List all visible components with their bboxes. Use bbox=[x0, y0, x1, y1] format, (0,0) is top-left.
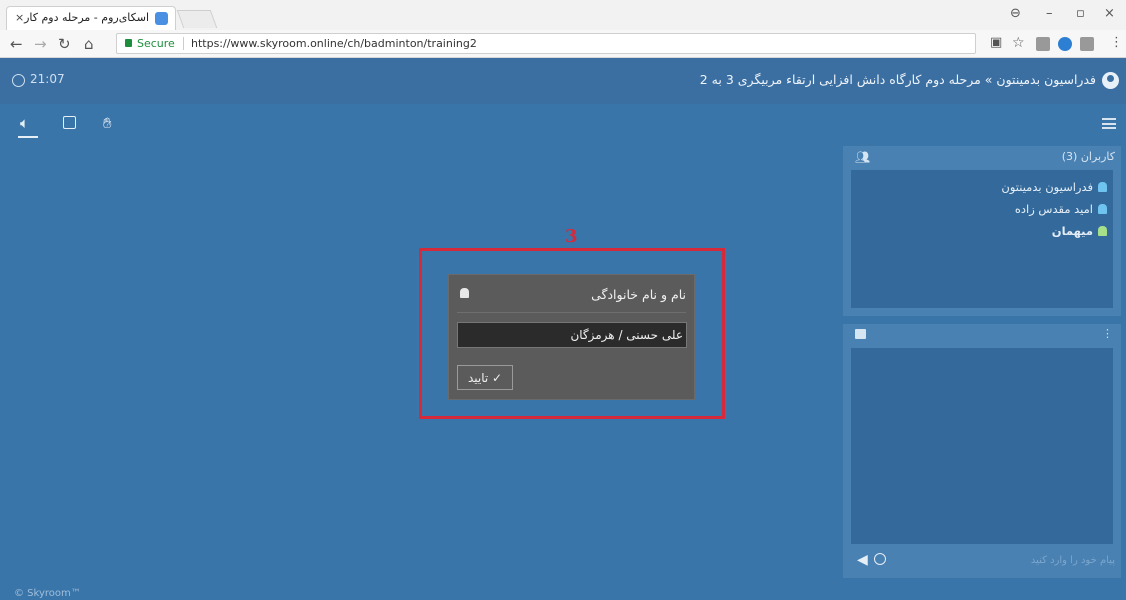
hamburger-menu-icon[interactable] bbox=[1102, 118, 1116, 129]
bookmark-star-icon[interactable]: ☆ bbox=[1012, 35, 1025, 51]
tab-close-icon[interactable]: × bbox=[15, 11, 24, 24]
new-tab-button[interactable] bbox=[176, 10, 218, 28]
secure-label: Secure bbox=[137, 37, 175, 50]
back-arrow-icon[interactable]: ← bbox=[10, 35, 23, 53]
users-panel: 👥︎ کاربران (3) فدراسیون بدمینتون امید مق… bbox=[843, 146, 1121, 316]
tab-title: اسکای‌روم - مرحله دوم کار bbox=[24, 11, 149, 24]
user-icon bbox=[460, 288, 469, 298]
name-dialog: نام و نام خانوادگی ✓ تایید bbox=[448, 274, 695, 400]
app-header: 21:07 فدراسیون بدمینتون » مرحله دوم کارگ… bbox=[0, 58, 1126, 104]
browser-toolbar: ← → ↻ ⌂ Secure https://www.skyroom.onlin… bbox=[0, 30, 1126, 58]
address-bar[interactable]: Secure https://www.skyroom.online/ch/bad… bbox=[116, 33, 976, 54]
clock-icon bbox=[12, 74, 25, 87]
url-text[interactable]: https://www.skyroom.online/ch/badminton/… bbox=[191, 37, 477, 50]
home-icon[interactable]: ⌂ bbox=[84, 35, 94, 53]
users-group-icon: 👥︎ bbox=[855, 150, 871, 164]
divider bbox=[183, 37, 184, 50]
dialog-title: نام و نام خانوادگی bbox=[591, 287, 686, 302]
dialog-divider bbox=[457, 312, 686, 313]
maximize-button[interactable]: ▫ bbox=[1076, 6, 1085, 21]
full-name-input[interactable] bbox=[457, 322, 687, 348]
person-icon bbox=[1098, 226, 1107, 236]
browser-tabbar: × اسکای‌روم - مرحله دوم کار ⊖ – ▫ × bbox=[0, 0, 1126, 30]
user-list-item[interactable]: امید مقدس زاده bbox=[1015, 202, 1107, 216]
close-window-button[interactable]: × bbox=[1104, 6, 1115, 21]
users-panel-header: 👥︎ کاربران (3) bbox=[843, 146, 1121, 168]
user-list-item[interactable]: میهمان bbox=[1052, 224, 1107, 238]
room-title: فدراسیون بدمینتون » مرحله دوم کارگاه دان… bbox=[699, 72, 1096, 87]
emoji-icon[interactable] bbox=[874, 553, 886, 565]
speaker-icon[interactable]: 🔈︎ bbox=[17, 114, 39, 138]
user-account-icon[interactable] bbox=[1102, 72, 1119, 89]
reload-icon[interactable]: ↻ bbox=[58, 35, 71, 53]
person-icon bbox=[1098, 182, 1107, 192]
forward-arrow-icon[interactable]: → bbox=[34, 35, 47, 53]
extension-icon[interactable] bbox=[1036, 37, 1050, 51]
play-video-icon[interactable] bbox=[63, 116, 76, 129]
browser-menu-icon[interactable]: ⋮ bbox=[1110, 35, 1123, 50]
tab-favicon-icon bbox=[155, 12, 168, 25]
person-icon bbox=[1098, 204, 1107, 214]
translate-icon[interactable]: ▣ bbox=[990, 35, 1002, 50]
confirm-button[interactable]: ✓ تایید bbox=[457, 365, 513, 390]
users-list: فدراسیون بدمینتون امید مقدس زاده میهمان bbox=[851, 170, 1113, 308]
extension-icon[interactable] bbox=[1080, 37, 1094, 51]
clock-time: 21:07 bbox=[30, 72, 65, 86]
chat-input[interactable]: پیام خود را وارد کنید bbox=[1031, 555, 1115, 566]
chat-panel-header: ⋮ bbox=[843, 324, 1121, 346]
chat-messages bbox=[851, 348, 1113, 544]
users-panel-title: کاربران (3) bbox=[1061, 150, 1115, 163]
raise-hand-icon[interactable]: ✋︎ bbox=[103, 114, 112, 132]
minimize-button[interactable]: – bbox=[1046, 6, 1053, 21]
user-list-item[interactable]: فدراسیون بدمینتون bbox=[1001, 180, 1107, 194]
extension-icon[interactable] bbox=[1058, 37, 1072, 51]
step-number-annotation: 3 bbox=[565, 226, 578, 247]
account-icon[interactable]: ⊖ bbox=[1010, 6, 1021, 21]
footer-copyright: © Skyroom™ bbox=[14, 588, 81, 599]
chat-bubble-icon bbox=[855, 329, 866, 339]
browser-tab[interactable]: × اسکای‌روم - مرحله دوم کار bbox=[6, 6, 176, 30]
lock-icon bbox=[125, 39, 132, 47]
send-icon[interactable]: ◀ bbox=[857, 552, 868, 568]
more-options-icon[interactable]: ⋮ bbox=[1102, 327, 1113, 340]
chat-panel: ⋮ ◀ پیام خود را وارد کنید bbox=[843, 324, 1121, 578]
